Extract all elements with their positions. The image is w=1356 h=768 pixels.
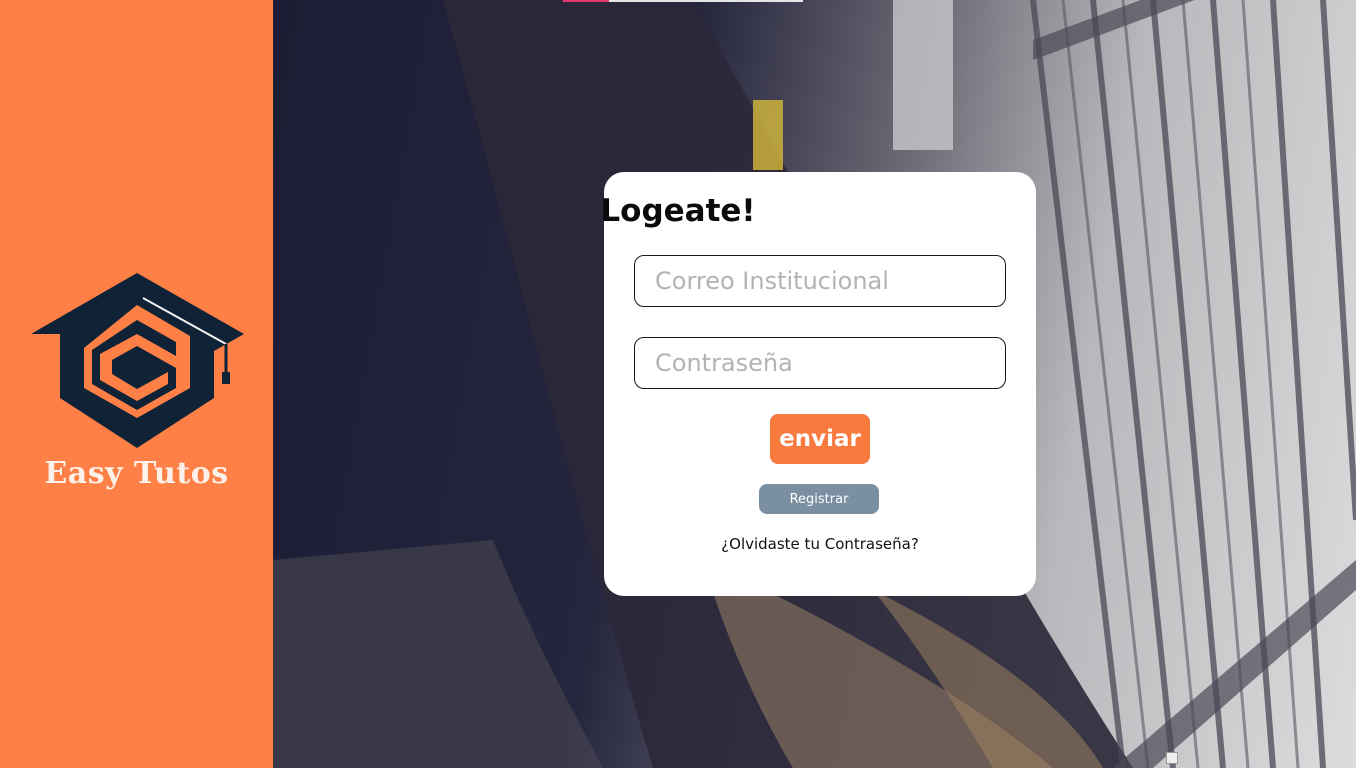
easy-tutos-logo-icon (31, 273, 244, 448)
broken-image-link[interactable] (1166, 752, 1352, 766)
forgot-password-link[interactable]: ¿Olvidaste tu Contraseña? (604, 535, 1036, 553)
password-input[interactable] (634, 337, 1006, 389)
login-title: Logeate! (600, 193, 756, 229)
login-page: Easy Tutos Logeate! Correo Institucional… (0, 0, 1356, 768)
register-button[interactable]: Registrar (759, 484, 879, 514)
email-input[interactable] (634, 255, 1006, 307)
top-strip-decoration (563, 0, 803, 2)
submit-button[interactable]: enviar (770, 414, 870, 464)
broken-image-icon (1166, 752, 1178, 764)
brand-sidebar: Easy Tutos (0, 0, 273, 768)
brand-name: Easy Tutos (44, 456, 229, 491)
